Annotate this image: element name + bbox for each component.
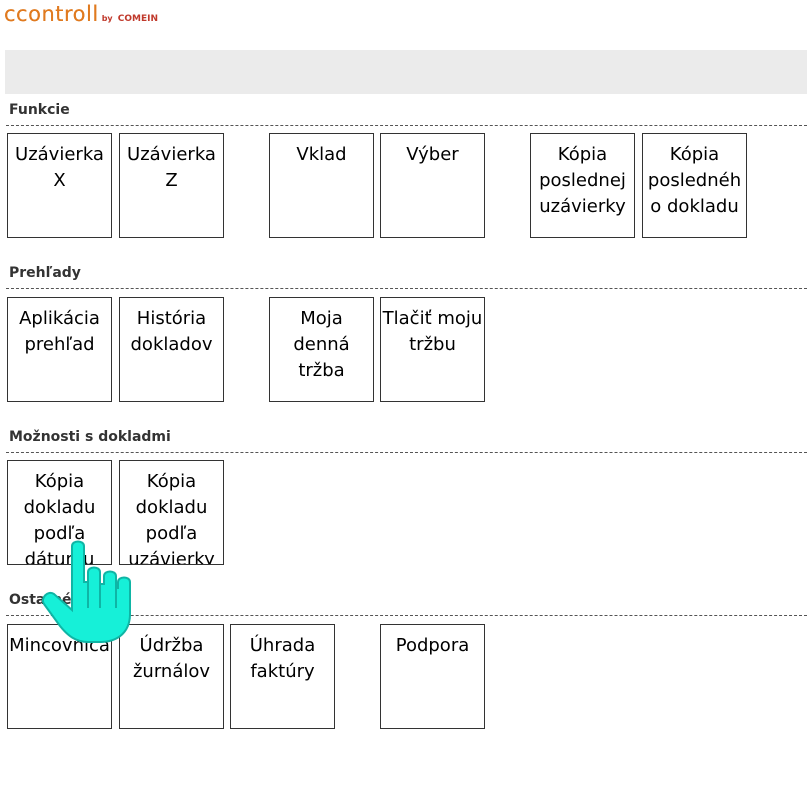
top-bar bbox=[5, 50, 807, 94]
tile-label: Mincovnica bbox=[9, 635, 110, 656]
tile-label: Kópia poslednej uzávierky bbox=[539, 144, 626, 217]
logo-by: by bbox=[101, 14, 113, 23]
kopia-poslednej-uzavierky-button[interactable]: Kópia poslednej uzávierky bbox=[530, 133, 635, 238]
uhrada-faktury-button[interactable]: Úhrada faktúry bbox=[230, 624, 335, 729]
uzavierka-x-button[interactable]: Uzávierka X bbox=[7, 133, 112, 238]
section-title-moznosti-s-dokladmi: Možnosti s dokladmi bbox=[9, 429, 171, 445]
tile-label: Aplikácia prehľad bbox=[19, 308, 100, 355]
section-divider bbox=[6, 125, 807, 126]
vyber-button[interactable]: Výber bbox=[380, 133, 485, 238]
section-title-ostatne: Ostatné bbox=[9, 592, 72, 608]
tile-label: História dokladov bbox=[130, 308, 213, 355]
tile-label: Uzávierka X bbox=[15, 144, 104, 191]
tlacit-moju-trzbu-button[interactable]: Tlačiť moju tržbu bbox=[380, 297, 485, 402]
kopia-posledneho-dokladu-button[interactable]: Kópia posledného dokladu bbox=[642, 133, 747, 238]
tile-label: Tlačiť moju tržbu bbox=[382, 308, 483, 355]
kopia-dokladu-podla-datumu-button[interactable]: Kópia dokladu podľa dátumu bbox=[7, 460, 112, 565]
uzavierka-z-button[interactable]: Uzávierka Z bbox=[119, 133, 224, 238]
section-title-prehlady: Prehľady bbox=[9, 265, 81, 281]
podpora-button[interactable]: Podpora bbox=[380, 624, 485, 729]
tile-label: Moja denná tržba bbox=[293, 308, 350, 381]
mincovnica-button[interactable]: Mincovnica bbox=[7, 624, 112, 729]
section-divider bbox=[6, 452, 807, 453]
section-divider bbox=[6, 288, 807, 289]
aplikacia-prehlad-button[interactable]: Aplikácia prehľad bbox=[7, 297, 112, 402]
tile-label: Vklad bbox=[296, 144, 347, 165]
section-title-funkcie: Funkcie bbox=[9, 102, 70, 118]
tile-label: Úhrada faktúry bbox=[249, 635, 316, 682]
logo-wordmark: ccontroll bbox=[4, 2, 99, 26]
logo-company: COMEIN bbox=[117, 14, 158, 24]
tile-label: Kópia dokladu podľa uzávierky bbox=[128, 471, 215, 565]
tile-label: Uzávierka Z bbox=[127, 144, 216, 191]
moja-denna-trzba-button[interactable]: Moja denná tržba bbox=[269, 297, 374, 402]
historia-dokladov-button[interactable]: História dokladov bbox=[119, 297, 224, 402]
vklad-button[interactable]: Vklad bbox=[269, 133, 374, 238]
app-logo: ccontroll by COMEIN bbox=[4, 2, 158, 28]
tile-label: Údržba žurnálov bbox=[132, 635, 211, 682]
udrzba-zurnalov-button[interactable]: Údržba žurnálov bbox=[119, 624, 224, 729]
tile-label: Výber bbox=[406, 144, 459, 165]
kopia-dokladu-podla-uzavierky-button[interactable]: Kópia dokladu podľa uzávierky bbox=[119, 460, 224, 565]
tile-label: Kópia dokladu podľa dátumu bbox=[23, 471, 96, 565]
section-divider bbox=[6, 615, 807, 616]
tile-label: Podpora bbox=[395, 635, 470, 656]
tile-label: Kópia posledného dokladu bbox=[647, 144, 742, 217]
